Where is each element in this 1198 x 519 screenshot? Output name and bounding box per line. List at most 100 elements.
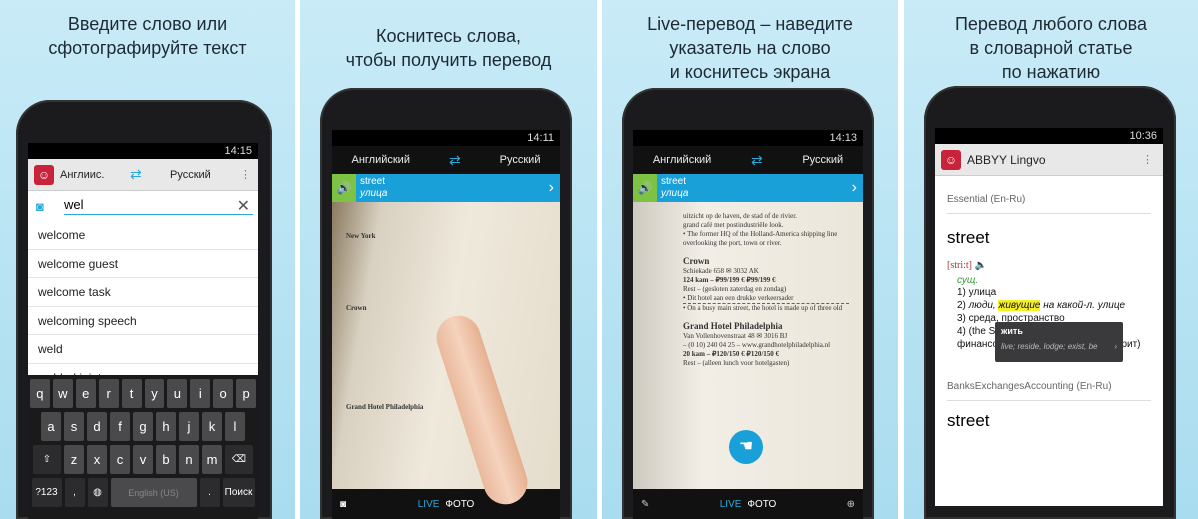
key[interactable]: z	[64, 445, 84, 474]
translation: улица	[360, 188, 388, 199]
key[interactable]: l	[225, 412, 245, 441]
key[interactable]: g	[133, 412, 153, 441]
key[interactable]: v	[133, 445, 153, 474]
key[interactable]: s	[64, 412, 84, 441]
key[interactable]: o	[213, 379, 234, 408]
lang-from-select[interactable]: Англиис.	[60, 169, 130, 181]
chevron-right-icon[interactable]: ›	[549, 179, 560, 197]
mode-photo[interactable]: ФОТО	[445, 499, 474, 510]
overflow-menu-icon[interactable]: ⋮	[240, 168, 251, 181]
key[interactable]: u	[167, 379, 188, 408]
book-line: Grand Hotel Philadelphia	[346, 403, 424, 411]
key[interactable]: m	[202, 445, 222, 474]
clear-icon[interactable]: ✕	[237, 196, 250, 216]
key[interactable]: t	[121, 379, 142, 408]
mode-photo[interactable]: ФОТО	[747, 499, 776, 510]
pointer-icon[interactable]: ✎	[641, 499, 649, 510]
touch-pointer-icon[interactable]: ☚	[729, 430, 763, 464]
search-key[interactable]: Поиск	[222, 478, 255, 507]
lang-from-select[interactable]: Английский	[351, 154, 410, 166]
transcription: [stri:t]	[947, 260, 972, 271]
app-logo-icon[interactable]: ☺	[34, 164, 54, 185]
comma-key[interactable]: ,	[64, 478, 85, 507]
key[interactable]: c	[110, 445, 130, 474]
caption: Введите слово или сфотографируйте текст	[48, 14, 247, 58]
book-line: overlooking the port, town or river.	[683, 239, 782, 247]
lang-to-select[interactable]: Русский	[802, 154, 843, 166]
speaker-icon[interactable]: 🔊	[633, 174, 657, 202]
key[interactable]: i	[190, 379, 211, 408]
key[interactable]: j	[179, 412, 199, 441]
key[interactable]: n	[179, 445, 199, 474]
book-line: 20 kam – ₽120/150 € ₽120/150 €	[683, 350, 780, 358]
translation-bar[interactable]: 🔊 street улица ›	[332, 174, 560, 202]
lang-to-select[interactable]: Русский	[500, 154, 541, 166]
app-logo-icon[interactable]: ☺	[941, 149, 961, 170]
list-item[interactable]: weld	[28, 335, 258, 364]
sense: 1) улица	[957, 287, 997, 298]
key[interactable]: k	[202, 412, 222, 441]
key[interactable]: q	[29, 379, 50, 408]
key[interactable]: w	[52, 379, 73, 408]
key[interactable]: x	[87, 445, 107, 474]
key[interactable]: y	[144, 379, 165, 408]
lang-from-select[interactable]: Английский	[653, 154, 712, 166]
action-bar: ☺ Англиис. ⇄ Русский ⋮	[28, 159, 258, 191]
dictionary-name: Essential (En-Ru)	[947, 176, 1151, 214]
swap-icon[interactable]: ⇄	[449, 152, 461, 169]
symbols-key[interactable]: ?123	[31, 478, 62, 507]
speaker-icon[interactable]: 🔊	[332, 174, 356, 202]
headword: street	[947, 228, 990, 247]
list-item[interactable]: welcome	[28, 221, 258, 250]
screen: 14:13 Английский ⇄ Русский 🔊 street улица › u…	[633, 130, 863, 519]
suggestion-list: welcome welcome guest welcome task welco…	[28, 221, 258, 392]
key[interactable]: d	[87, 412, 107, 441]
book-line: uitzicht op de haven, de stad of de rivi…	[683, 212, 797, 220]
key[interactable]: p	[236, 379, 257, 408]
key[interactable]: a	[41, 412, 61, 441]
globe-icon[interactable]: ◍	[87, 478, 108, 507]
article: Essential (En-Ru) street [stri:t] 🔈 сущ.…	[935, 176, 1163, 441]
list-item[interactable]: welcome guest	[28, 250, 258, 278]
list-item[interactable]: welcoming speech	[28, 307, 258, 335]
period-key[interactable]: .	[199, 478, 220, 507]
swap-icon[interactable]: ⇄	[130, 166, 170, 183]
key[interactable]: h	[156, 412, 176, 441]
panel-photo: Коснитесь слова, чтобы получить перевод …	[300, 0, 597, 519]
search-input[interactable]: wel	[64, 197, 253, 215]
highlighted-word[interactable]: живущие	[998, 300, 1041, 311]
chevron-right-icon[interactable]: ›	[1114, 342, 1117, 351]
book-line: • On a busy main street, the hotel is ma…	[683, 303, 849, 313]
lang-to-select[interactable]: Русский	[170, 169, 240, 181]
key[interactable]: r	[98, 379, 119, 408]
camera-icon[interactable]: ◙	[340, 499, 346, 510]
shift-key[interactable]: ⇧	[33, 445, 61, 474]
chevron-right-icon[interactable]: ›	[852, 179, 863, 197]
translation-popup[interactable]: жить live; reside, lodge; exist, be ›	[995, 322, 1123, 362]
backspace-key[interactable]: ⌫	[225, 445, 253, 474]
swap-icon[interactable]: ⇄	[751, 152, 763, 169]
space-key[interactable]: English (US)	[110, 478, 197, 507]
key[interactable]: f	[110, 412, 130, 441]
app-title: ABBYY Lingvo	[967, 152, 1046, 167]
book-line: Grand Hotel Philadelphia	[683, 321, 783, 331]
clock: 14:15	[224, 145, 252, 157]
screen: 10:36 ☺ ABBYY Lingvo ⋮ Essential (En-Ru)…	[935, 128, 1163, 506]
sense: 2) люди, живущие на какой-л. улице	[957, 300, 1126, 311]
mode-live[interactable]: LIVE	[418, 499, 440, 510]
key[interactable]: e	[75, 379, 96, 408]
action-bar: ☺ ABBYY Lingvo ⋮	[935, 144, 1163, 176]
speaker-icon[interactable]: 🔈	[975, 260, 987, 271]
camera-icon[interactable]: ◙	[36, 199, 64, 214]
clock: 10:36	[1129, 130, 1157, 142]
translation-bar[interactable]: 🔊 street улица ›	[633, 174, 863, 202]
mode-live[interactable]: LIVE	[720, 499, 742, 510]
translation: улица	[661, 188, 689, 199]
source-word: street	[360, 176, 386, 187]
overflow-menu-icon[interactable]: ⋮	[1142, 153, 1163, 166]
list-item[interactable]: welcome task	[28, 278, 258, 307]
key[interactable]: b	[156, 445, 176, 474]
target-icon[interactable]: ⊕	[847, 499, 855, 510]
popup-translations: live; reside, lodge; exist, be	[1001, 342, 1098, 351]
status-bar: 14:13	[633, 130, 863, 146]
